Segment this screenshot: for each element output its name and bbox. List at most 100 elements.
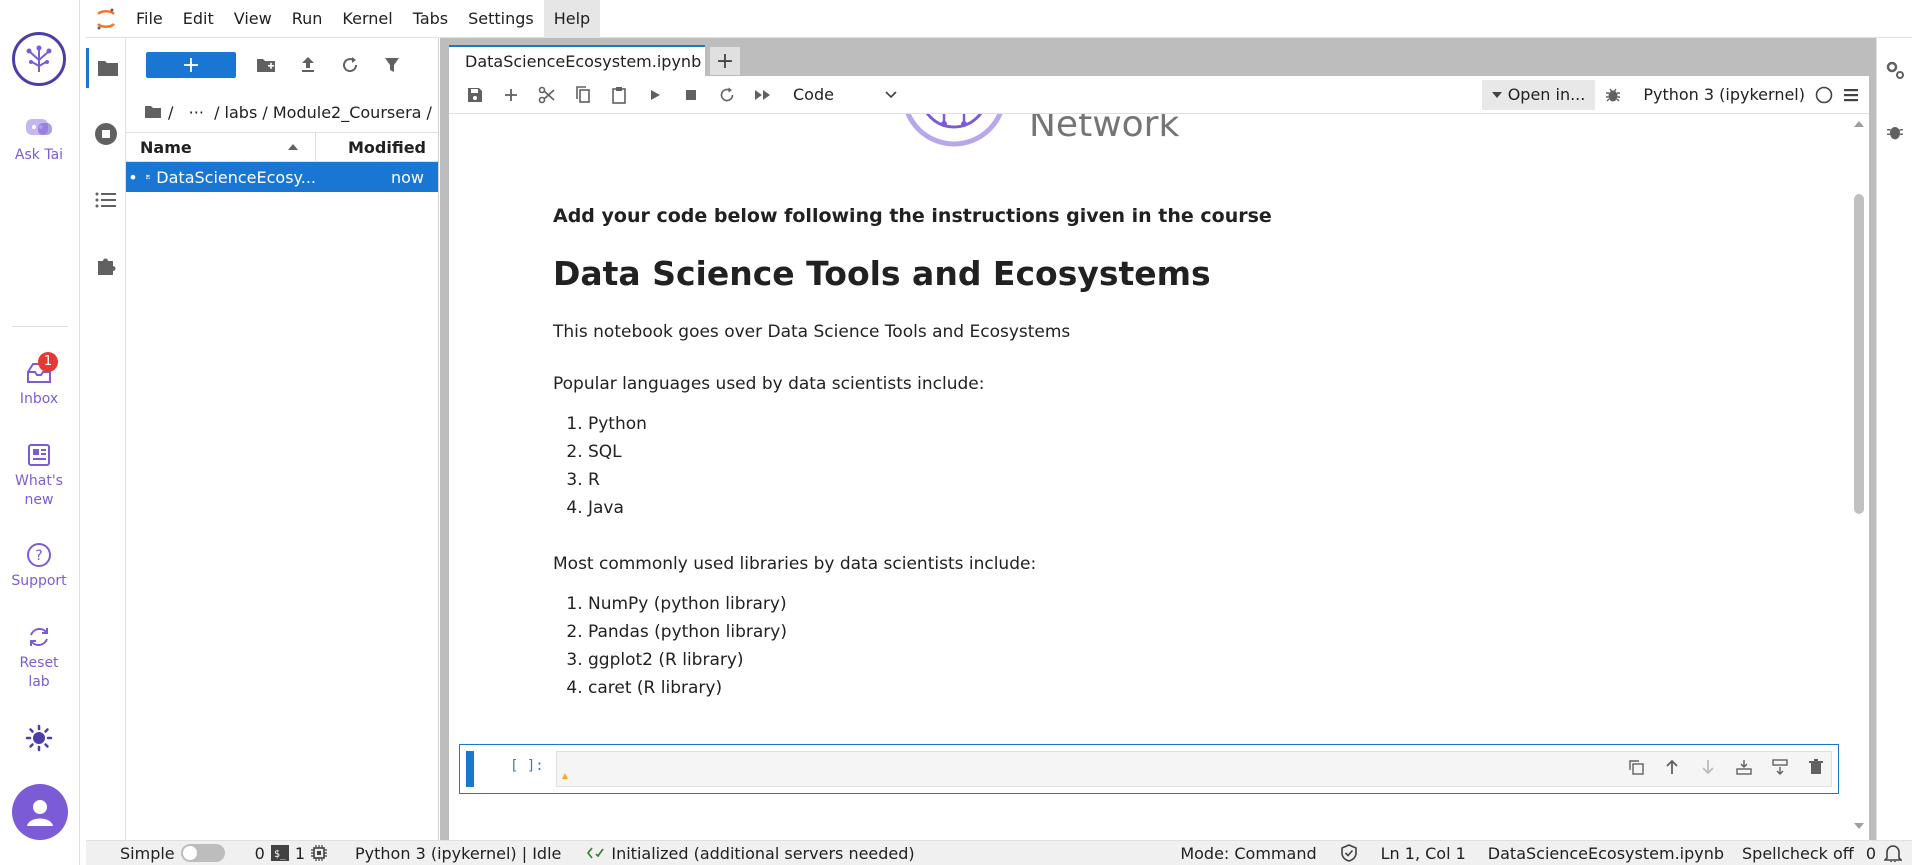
menu-settings[interactable]: Settings bbox=[458, 0, 544, 38]
spellcheck-status[interactable]: Spellcheck off bbox=[1742, 844, 1854, 863]
paste-button[interactable] bbox=[601, 76, 637, 114]
menu-view[interactable]: View bbox=[224, 0, 282, 38]
restart-run-all-button[interactable] bbox=[745, 76, 781, 114]
restart-button[interactable] bbox=[709, 76, 745, 114]
file-list-item[interactable]: • DataScienceEcosy... now bbox=[126, 162, 438, 192]
inbox-label: Inbox bbox=[19, 391, 59, 407]
debugger-button[interactable] bbox=[1595, 76, 1631, 114]
simple-mode-toggle[interactable]: Simple bbox=[120, 844, 225, 863]
menu-run[interactable]: Run bbox=[282, 0, 333, 38]
file-name: DataScienceEcosy... bbox=[140, 168, 316, 187]
cut-button[interactable] bbox=[529, 76, 565, 114]
cell-toolbar bbox=[1624, 755, 1828, 779]
property-inspector-button[interactable] bbox=[1833, 76, 1869, 114]
list-item: SQL bbox=[588, 438, 984, 466]
markdown-cell-libraries: Most commonly used libraries by data sci… bbox=[553, 552, 1036, 702]
scroll-down-icon[interactable] bbox=[1853, 822, 1865, 830]
list-icon bbox=[95, 192, 116, 208]
arrow-down-icon bbox=[1702, 760, 1714, 775]
copy-button[interactable] bbox=[565, 76, 601, 114]
move-down-button[interactable] bbox=[1696, 755, 1720, 779]
trusted-status[interactable] bbox=[1340, 844, 1357, 862]
cell-type-dropdown[interactable]: Code bbox=[793, 81, 903, 109]
support-label: Support bbox=[11, 573, 67, 589]
insert-above-icon bbox=[1736, 760, 1752, 775]
reset-lab-label: Reset lab bbox=[19, 655, 59, 690]
theme-toggle-button[interactable] bbox=[0, 724, 78, 756]
new-launcher-button[interactable]: + bbox=[146, 52, 236, 78]
menu-help[interactable]: Help bbox=[543, 0, 601, 38]
notebook-content: Network Add your code below following th… bbox=[449, 114, 1849, 840]
cursor-position[interactable]: Ln 1, Col 1 bbox=[1381, 844, 1466, 863]
tab-debugger[interactable] bbox=[1877, 112, 1912, 152]
kernel-name-button[interactable]: Python 3 (ipykernel) bbox=[1643, 85, 1805, 104]
scrollbar-thumb[interactable] bbox=[1854, 194, 1864, 514]
notifications-button[interactable] bbox=[1884, 844, 1902, 862]
plus-icon: + bbox=[181, 52, 201, 78]
newspaper-icon bbox=[28, 444, 50, 466]
cell-prompt: [ ]: bbox=[510, 758, 544, 774]
folder-icon bbox=[145, 106, 161, 118]
move-up-button[interactable] bbox=[1660, 755, 1684, 779]
tab-notebook[interactable]: DataScienceEcosystem.ipynb bbox=[449, 45, 705, 76]
insert-above-button[interactable] bbox=[1732, 755, 1756, 779]
run-button[interactable] bbox=[637, 76, 673, 114]
skills-network-logo[interactable] bbox=[12, 32, 66, 86]
reset-lab-button[interactable]: Reset lab bbox=[0, 624, 78, 692]
upload-button[interactable] bbox=[296, 53, 320, 77]
folder-icon bbox=[97, 61, 118, 76]
notebook-mode: Mode: Command bbox=[1180, 843, 1317, 863]
user-avatar[interactable] bbox=[12, 784, 68, 840]
bug-icon bbox=[1887, 126, 1903, 140]
toggle-switch[interactable] bbox=[180, 844, 225, 862]
ask-tai-label: Ask Tai bbox=[14, 147, 64, 163]
new-tab-button[interactable]: + bbox=[710, 47, 740, 75]
refresh-icon bbox=[343, 57, 358, 73]
new-folder-icon bbox=[257, 59, 275, 72]
plus-icon bbox=[505, 88, 517, 101]
menu-edit[interactable]: Edit bbox=[173, 0, 224, 38]
refresh-button[interactable] bbox=[338, 53, 362, 77]
duplicate-cell-button[interactable] bbox=[1624, 755, 1648, 779]
column-name-header[interactable]: Name bbox=[126, 132, 316, 162]
insert-below-button[interactable] bbox=[1768, 755, 1792, 779]
menu-kernel[interactable]: Kernel bbox=[332, 0, 402, 38]
open-in-button[interactable]: Open in... bbox=[1481, 79, 1596, 110]
tab-file-browser[interactable] bbox=[86, 48, 126, 88]
inbox-count-badge: 1 bbox=[38, 352, 58, 372]
save-button[interactable] bbox=[457, 76, 493, 114]
breadcrumb[interactable]: / ··· / labs / Module2_Coursera / bbox=[126, 92, 438, 132]
active-code-cell[interactable]: [ ]: bbox=[459, 744, 1839, 794]
languages-list: Python SQL R Java bbox=[553, 410, 984, 522]
tab-running-kernels[interactable] bbox=[86, 114, 126, 154]
filter-button[interactable] bbox=[380, 53, 404, 77]
new-folder-button[interactable] bbox=[254, 53, 278, 77]
skills-network-banner-logo bbox=[899, 114, 1009, 154]
whats-new-label: What's new bbox=[15, 473, 63, 508]
scroll-up-icon[interactable] bbox=[1853, 120, 1865, 128]
tab-extension-manager[interactable] bbox=[86, 246, 126, 286]
terminal-count[interactable]: 0 $_ 1 bbox=[255, 844, 328, 863]
menu-tabs[interactable]: Tabs bbox=[403, 0, 458, 38]
tab-table-of-contents[interactable] bbox=[86, 180, 126, 220]
tab-property-inspector[interactable] bbox=[1877, 50, 1912, 90]
column-modified-header[interactable]: Modified bbox=[316, 138, 438, 157]
file-modified: now bbox=[390, 167, 424, 187]
tree-icon bbox=[26, 45, 52, 72]
markdown-cell-summary: This notebook goes over Data Science Too… bbox=[553, 320, 1070, 344]
markdown-cell-heading: Data Science Tools and Ecosystems bbox=[553, 254, 1211, 293]
kernel-status[interactable]: Python 3 (ipykernel) | Idle bbox=[355, 844, 561, 863]
delete-cell-button[interactable] bbox=[1804, 755, 1828, 779]
whats-new-button[interactable]: What's new bbox=[0, 442, 78, 510]
lsp-status[interactable]: Initialized (additional servers needed) bbox=[587, 844, 915, 863]
interrupt-button[interactable] bbox=[673, 76, 709, 114]
help-circle-icon: ? bbox=[27, 543, 51, 567]
open-in-label: Open in... bbox=[1507, 85, 1586, 104]
menu-file[interactable]: File bbox=[126, 0, 173, 38]
support-button[interactable]: ? Support bbox=[0, 542, 78, 591]
cell-collapser[interactable] bbox=[466, 751, 474, 787]
breadcrumb-path[interactable]: / ··· / labs / Module2_Coursera / bbox=[168, 103, 432, 122]
ask-tai-button[interactable]: Ask Tai bbox=[0, 116, 78, 165]
insert-cell-button[interactable] bbox=[493, 76, 529, 114]
notebook-scrollbar[interactable] bbox=[1849, 114, 1869, 840]
